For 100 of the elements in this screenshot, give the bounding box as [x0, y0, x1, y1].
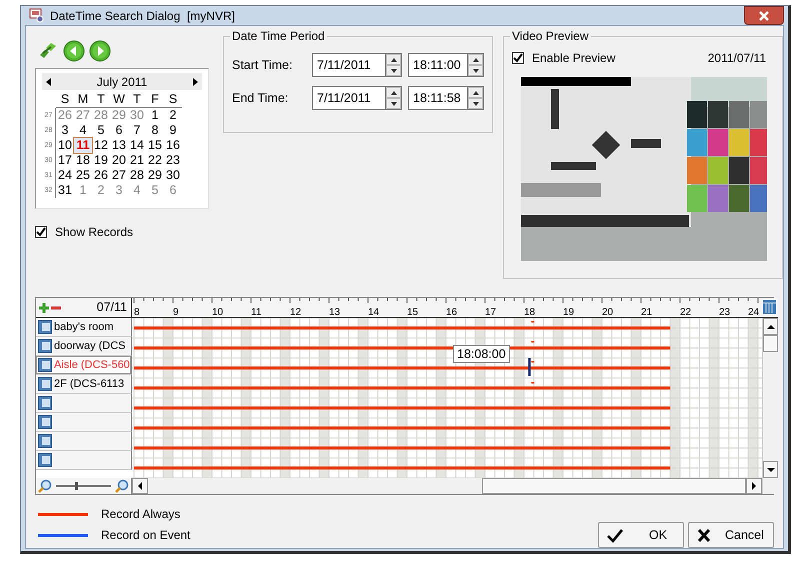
previous-icon[interactable]: [63, 40, 85, 62]
calendar-day[interactable]: 3: [110, 183, 128, 198]
calendar-day[interactable]: 7: [128, 123, 146, 138]
calendar-day[interactable]: 26: [92, 168, 110, 183]
calendar-day[interactable]: 21: [128, 153, 146, 168]
calendar-day[interactable]: 30: [164, 168, 182, 183]
next-month-icon[interactable]: [192, 78, 198, 86]
calendar-day[interactable]: 22: [146, 153, 164, 168]
calendar-day[interactable]: 5: [92, 123, 110, 138]
calendar-day[interactable]: 12: [92, 138, 110, 153]
calendar-day[interactable]: 1: [146, 108, 164, 123]
channel-item[interactable]: [36, 413, 132, 432]
calendar-day[interactable]: 10: [56, 138, 74, 153]
calendar-day[interactable]: 2: [164, 108, 182, 123]
show-records-checkbox[interactable]: [35, 226, 47, 238]
cancel-button[interactable]: Cancel: [688, 522, 774, 548]
calendar-day[interactable]: 6: [164, 183, 182, 198]
calendar-day[interactable]: 23: [164, 153, 182, 168]
close-button[interactable]: [744, 6, 784, 25]
calendar-day[interactable]: 9: [164, 123, 182, 138]
spin-up-icon[interactable]: [472, 58, 478, 62]
date-field[interactable]: 7/11/2011: [312, 53, 386, 77]
calendar-day[interactable]: 28: [128, 168, 146, 183]
timeline-date: 07/11: [96, 299, 127, 316]
calendar-day[interactable]: 28: [92, 108, 110, 123]
check-icon: [607, 528, 623, 542]
spin-down-icon[interactable]: [472, 68, 478, 72]
calendar-day[interactable]: 11: [74, 138, 92, 153]
hour-label: 13: [329, 307, 340, 318]
time-cursor[interactable]: [528, 358, 531, 376]
camera-icon: [38, 339, 52, 353]
zoom-out-icon[interactable]: [38, 479, 52, 493]
calendar-day[interactable]: 27: [110, 168, 128, 183]
calendar-day[interactable]: 20: [110, 153, 128, 168]
calendar-day[interactable]: 26: [56, 108, 74, 123]
channel-item[interactable]: Aisle (DCS-560: [36, 356, 132, 375]
channel-item[interactable]: 2F (DCS-6113: [36, 375, 132, 394]
event-tick: [531, 361, 534, 362]
hour-label: 8: [134, 307, 140, 318]
calendar-day[interactable]: 29: [146, 168, 164, 183]
calendar-icon[interactable]: [762, 298, 777, 315]
calendar-day[interactable]: 25: [74, 168, 92, 183]
calendar-day[interactable]: 24: [56, 168, 74, 183]
calendar-day[interactable]: 18: [74, 153, 92, 168]
calendar-day[interactable]: 30: [128, 108, 146, 123]
calendar-day[interactable]: 2: [92, 183, 110, 198]
scroll-right-button[interactable]: [746, 478, 762, 494]
calendar-day[interactable]: 8: [146, 123, 164, 138]
field-label: Start Time:: [232, 56, 294, 74]
hour-label: 11: [251, 307, 262, 318]
previous-month-icon[interactable]: [46, 78, 51, 86]
channel-item[interactable]: doorway (DCS: [36, 337, 132, 356]
hour-label: 10: [212, 307, 224, 318]
hour-label: 17: [485, 307, 496, 318]
scroll-thumb[interactable]: [482, 478, 746, 494]
spin-up-icon[interactable]: [390, 58, 396, 62]
spin-down-icon[interactable]: [472, 102, 478, 106]
calendar-day[interactable]: 17: [56, 153, 74, 168]
zoom-in-icon[interactable]: [115, 479, 129, 493]
scroll-up-button[interactable]: [763, 318, 778, 335]
scroll-down-button[interactable]: [763, 461, 778, 478]
date-field[interactable]: 7/11/2011: [312, 86, 386, 110]
enable-preview-checkbox[interactable]: [512, 52, 524, 64]
calendar-day[interactable]: 1: [74, 183, 92, 198]
slider-thumb[interactable]: [75, 482, 78, 490]
calendar-day[interactable]: 4: [128, 183, 146, 198]
check-icon: [513, 53, 523, 63]
calendar-day[interactable]: 29: [110, 108, 128, 123]
calendar-day[interactable]: 6: [110, 123, 128, 138]
channel-item[interactable]: baby's room: [36, 318, 132, 337]
hour-label: 20: [602, 307, 614, 318]
channel-item[interactable]: [36, 432, 132, 451]
scroll-thumb[interactable]: [763, 335, 778, 352]
weekday-label: T: [128, 92, 146, 108]
calendar-day[interactable]: 16: [164, 138, 182, 153]
spin-down-icon[interactable]: [390, 102, 396, 106]
calendar-day[interactable]: 3: [56, 123, 74, 138]
scroll-left-button[interactable]: [132, 478, 148, 494]
calendar-day[interactable]: 19: [92, 153, 110, 168]
channel-item[interactable]: [36, 451, 132, 470]
time-field[interactable]: 18:11:00: [408, 53, 468, 77]
calendar-day[interactable]: 5: [146, 183, 164, 198]
next-icon[interactable]: [89, 40, 111, 62]
channel-item[interactable]: [36, 394, 132, 413]
add-icon[interactable]: [38, 302, 50, 314]
spin-up-icon[interactable]: [472, 90, 478, 94]
calendar-day[interactable]: 27: [74, 108, 92, 123]
ok-button[interactable]: OK: [598, 522, 684, 548]
camera-icon: [38, 358, 52, 372]
checkbox-label: Show Records: [55, 224, 134, 241]
calendar-day[interactable]: 14: [128, 138, 146, 153]
calendar-day[interactable]: 31: [56, 183, 74, 198]
calendar-day[interactable]: 15: [146, 138, 164, 153]
spin-down-icon[interactable]: [390, 68, 396, 72]
time-field[interactable]: 18:11:58: [408, 86, 468, 110]
calendar-day[interactable]: 13: [110, 138, 128, 153]
hour-label: 18: [524, 307, 536, 318]
spin-up-icon[interactable]: [390, 90, 396, 94]
check-icon: [36, 227, 46, 237]
calendar-day[interactable]: 4: [74, 123, 92, 138]
